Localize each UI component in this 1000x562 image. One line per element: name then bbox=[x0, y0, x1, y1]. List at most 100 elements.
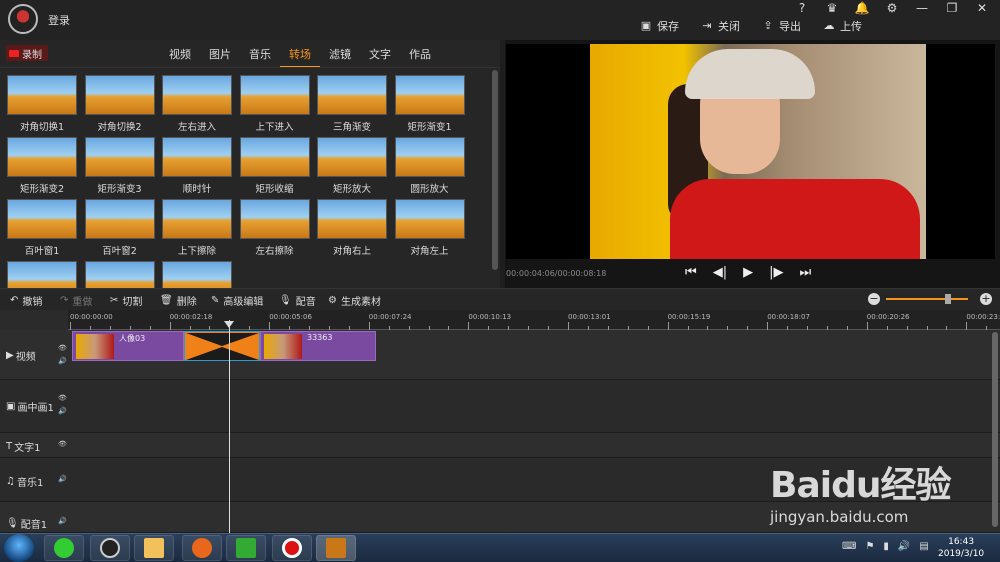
mic-icon: 🎙 bbox=[6, 518, 19, 529]
ruler-tick bbox=[70, 322, 71, 330]
transition-item[interactable]: 上下擦除 bbox=[162, 199, 232, 259]
tab-works[interactable]: 作品 bbox=[400, 46, 440, 68]
transition-label: 上下进入 bbox=[255, 122, 294, 133]
upload-button[interactable]: ☁ 上传 bbox=[823, 18, 863, 34]
system-clock[interactable]: 16:43 2019/3/10 bbox=[938, 536, 984, 560]
skip-start-icon[interactable]: ⏮ bbox=[685, 265, 697, 280]
tab-transition[interactable]: 转场 bbox=[280, 46, 320, 68]
restore-icon[interactable]: ❐ bbox=[944, 1, 960, 15]
help-icon[interactable]: ? bbox=[794, 1, 810, 15]
upload-icon: ☁ bbox=[823, 19, 835, 32]
vip-icon[interactable]: ♛ bbox=[824, 1, 840, 15]
keyboard-icon[interactable]: ⌨ bbox=[842, 541, 856, 552]
ruler-tick bbox=[667, 322, 669, 330]
undo-button[interactable]: ↶ 撤销 bbox=[10, 293, 42, 308]
redo-button[interactable]: ↷ 重做 bbox=[60, 293, 92, 308]
watermark-url: jingyan.baidu.com bbox=[770, 508, 909, 526]
flag-icon[interactable]: ⚑ bbox=[865, 541, 874, 552]
transition-item[interactable]: 顺时针 bbox=[162, 137, 232, 197]
panel-scrollbar[interactable] bbox=[492, 70, 498, 270]
transition-item[interactable]: 左右擦除 bbox=[239, 199, 310, 259]
transition-item[interactable]: 左右进入 bbox=[162, 75, 232, 135]
zoom-slider[interactable]: − + bbox=[868, 293, 992, 307]
minimize-icon[interactable]: — bbox=[914, 1, 930, 15]
taskbar-app-recorder[interactable] bbox=[272, 535, 312, 561]
ruler-tick bbox=[468, 322, 470, 330]
step-forward-icon[interactable]: |▶ bbox=[769, 265, 783, 280]
eye-icon[interactable]: 👁 bbox=[58, 394, 67, 402]
transition-item[interactable]: 对角切换2 bbox=[84, 75, 155, 135]
playhead[interactable] bbox=[229, 320, 230, 533]
taskbar-app-firefox[interactable] bbox=[182, 535, 222, 561]
transition-item[interactable]: 对角切换1 bbox=[7, 75, 77, 135]
zoom-out-icon[interactable]: − bbox=[868, 293, 880, 305]
record-button[interactable]: 录制 bbox=[6, 45, 48, 61]
transition-item[interactable]: 百叶窗1 bbox=[7, 199, 77, 259]
eye-icon[interactable]: 👁 bbox=[58, 344, 67, 352]
taskbar-app-qq[interactable] bbox=[90, 535, 130, 561]
gear-icon[interactable]: ⚙ bbox=[884, 1, 900, 15]
cut-button[interactable]: ✂ 切割 bbox=[110, 293, 142, 308]
user-avatar[interactable] bbox=[8, 4, 38, 34]
generate-asset-button[interactable]: ⚙ 生成素材 bbox=[328, 293, 381, 308]
transition-item[interactable]: 矩形放大 bbox=[317, 137, 387, 197]
transition-item[interactable]: 矩形收缩 bbox=[239, 137, 310, 197]
skip-end-icon[interactable]: ⏭ bbox=[799, 265, 811, 280]
close-project-button[interactable]: ⇥ 关闭 bbox=[701, 18, 740, 34]
transition-item[interactable]: 圆形放大 bbox=[394, 137, 465, 197]
taskbar-app-player[interactable] bbox=[226, 535, 266, 561]
transition-thumbnail bbox=[394, 75, 465, 115]
step-back-icon[interactable]: ◀| bbox=[713, 265, 727, 280]
voiceover-button[interactable]: 🎙 配音 bbox=[279, 293, 316, 308]
start-button[interactable] bbox=[4, 534, 34, 562]
clip-thumbnail bbox=[264, 334, 302, 359]
speaker-icon[interactable]: 🔊 bbox=[58, 475, 67, 483]
transition-item[interactable]: 对角右上 bbox=[317, 199, 387, 259]
advanced-edit-button[interactable]: ✎ 高级编辑 bbox=[211, 293, 263, 308]
system-tray: ⌨ ⚑ ▮ 🔊 ▤ bbox=[842, 541, 929, 552]
zoom-knob[interactable] bbox=[944, 294, 951, 304]
transition-clip[interactable] bbox=[184, 331, 260, 361]
login-link[interactable]: 登录 bbox=[48, 12, 70, 28]
tab-video[interactable]: 视频 bbox=[160, 46, 200, 68]
tab-text[interactable]: 文字 bbox=[360, 46, 400, 68]
usb-icon[interactable]: ▮ bbox=[883, 541, 889, 552]
speaker-icon[interactable]: 🔊 bbox=[58, 517, 67, 525]
timeline-scrollbar[interactable] bbox=[992, 332, 998, 527]
speaker-icon[interactable]: 🔊 bbox=[58, 357, 67, 365]
transition-item[interactable]: 矩形渐变3 bbox=[84, 137, 155, 197]
tab-music[interactable]: 音乐 bbox=[240, 46, 280, 68]
taskbar-app-360[interactable] bbox=[44, 535, 84, 561]
video-clip[interactable]: 人像03 bbox=[72, 331, 184, 361]
ruler-label: 00:00:05:06 bbox=[269, 313, 312, 321]
play-icon[interactable]: ▶ bbox=[743, 265, 753, 280]
transition-thumbnail bbox=[162, 199, 232, 239]
delete-button[interactable]: 🗑 删除 bbox=[160, 293, 197, 308]
record-icon bbox=[9, 49, 19, 57]
transition-label: 顺时针 bbox=[182, 184, 212, 195]
scissors-icon: ✂ bbox=[110, 295, 119, 306]
transition-item[interactable]: 百叶窗2 bbox=[84, 199, 155, 259]
taskbar-app-explorer[interactable] bbox=[134, 535, 174, 561]
video-clip[interactable]: 33363 bbox=[260, 331, 376, 361]
transition-item[interactable]: 矩形渐变2 bbox=[7, 137, 77, 197]
transition-item[interactable]: 矩形渐变1 bbox=[394, 75, 465, 135]
save-button[interactable]: ▣ 保存 bbox=[640, 18, 679, 34]
bell-icon[interactable]: 🔔 bbox=[854, 1, 870, 15]
zoom-track[interactable] bbox=[886, 298, 968, 300]
close-icon[interactable]: ✕ bbox=[974, 1, 990, 15]
eye-icon[interactable]: 👁 bbox=[58, 440, 67, 448]
network-icon[interactable]: ▤ bbox=[919, 541, 928, 552]
tab-filter[interactable]: 滤镜 bbox=[320, 46, 360, 68]
export-button[interactable]: ⇪ 导出 bbox=[762, 18, 801, 34]
transition-item[interactable]: 上下进入 bbox=[239, 75, 310, 135]
transition-item[interactable]: 三角渐变 bbox=[317, 75, 387, 135]
zoom-in-icon[interactable]: + bbox=[980, 293, 992, 305]
playhead-handle[interactable] bbox=[224, 321, 234, 328]
transition-item[interactable]: 对角左上 bbox=[394, 199, 465, 259]
time-ruler[interactable]: 00:00:00:00 00:00:02:18 00:00:05:06 00:00:0… bbox=[68, 310, 1000, 330]
speaker-icon[interactable]: 🔊 bbox=[58, 407, 67, 415]
volume-icon[interactable]: 🔊 bbox=[898, 541, 910, 552]
tab-image[interactable]: 图片 bbox=[200, 46, 240, 68]
taskbar-app-editor[interactable] bbox=[316, 535, 356, 561]
